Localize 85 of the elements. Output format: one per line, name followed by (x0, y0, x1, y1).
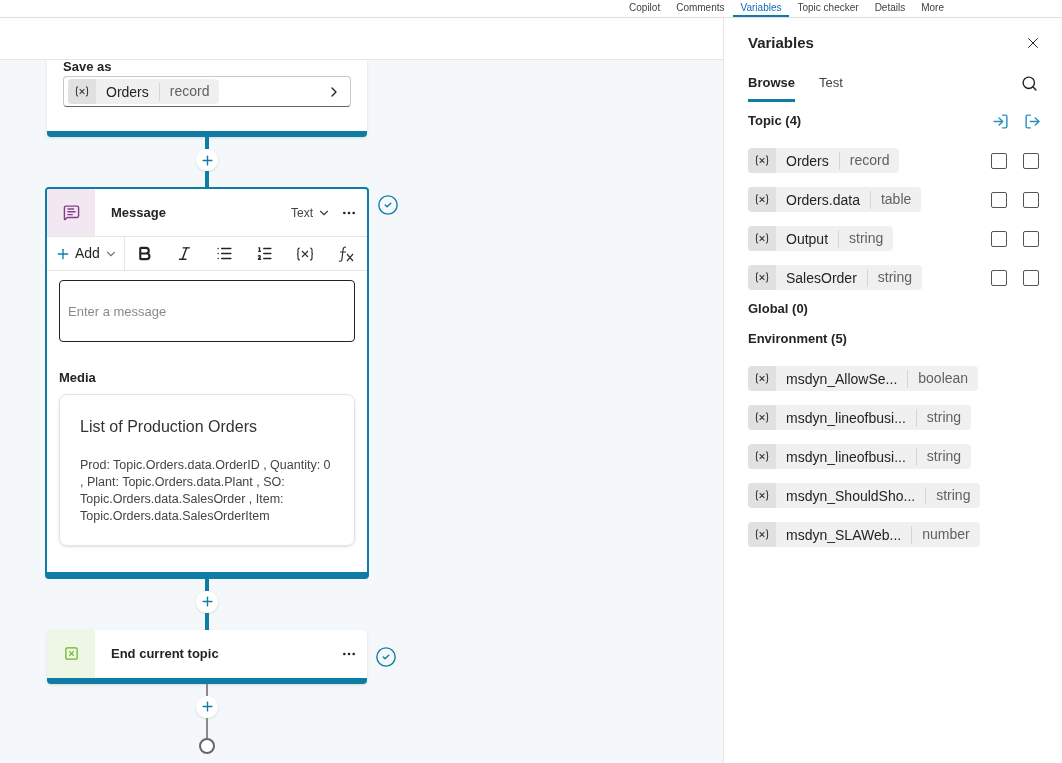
input-arrow-icon (992, 112, 1009, 130)
panel-title: Variables (748, 33, 814, 53)
variable-icon (755, 232, 769, 245)
header-tab[interactable]: Topic checker (789, 0, 867, 17)
checkbox[interactable] (991, 269, 1007, 286)
variable-name: msdyn_lineofbusi... (776, 447, 917, 466)
media-card-text: Prod: Topic.Orders.data.OrderID , Quantity: 0 , Plant: Topic.Orders.data.Plant , SO: Topic.Orders.data.SalesOrder , Item: Topic.Orders.data.SalesOrderItem (80, 456, 332, 525)
panel-tab[interactable]: Browse (748, 72, 795, 102)
checkbox[interactable] (1023, 269, 1039, 286)
variable-icon[interactable] (296, 245, 315, 262)
add-dropdown[interactable]: Add (47, 237, 125, 270)
formula-icon[interactable] (337, 244, 356, 263)
section-heading: Topic (4) (748, 112, 802, 131)
variable-name: msdyn_ShouldSho... (776, 486, 927, 505)
variable-icon (755, 411, 769, 424)
variable-type: string (935, 486, 972, 505)
save-as-field[interactable]: Orders record (63, 76, 351, 107)
variable-chip[interactable]: Orders record (68, 79, 220, 104)
panel-tab[interactable]: Test (818, 72, 843, 102)
format-dropdown[interactable]: Text (291, 203, 331, 222)
checkbox[interactable] (1023, 230, 1039, 247)
variable-type: number (921, 525, 971, 544)
variable-type: boolean (917, 369, 970, 388)
variable-chip[interactable]: Orders.data table (748, 187, 922, 212)
header-tab[interactable]: More (913, 0, 952, 17)
variable-name: Output (776, 229, 840, 248)
variable-chip[interactable]: Orders record (748, 148, 900, 173)
variable-type: record (168, 82, 211, 101)
variable-type: string (876, 268, 914, 287)
variable-chip[interactable]: msdyn_lineofbusi... string (748, 444, 972, 469)
variable-icon (755, 271, 769, 284)
square-x-icon (63, 646, 79, 661)
variable-icon (755, 450, 769, 463)
variable-type: string (848, 229, 885, 248)
variable-chip[interactable]: msdyn_lineofbusi... string (748, 405, 972, 430)
plus-icon (199, 594, 215, 609)
variable-name: Orders.data (776, 190, 871, 209)
variable-name: msdyn_SLAWeb... (776, 525, 913, 544)
plus-icon (199, 152, 215, 168)
variable-name: msdyn_lineofbusi... (776, 408, 917, 427)
check-circle-icon (377, 194, 399, 216)
variable-chip[interactable]: msdyn_AllowSe... boolean (748, 366, 979, 391)
variable-chip[interactable]: SalesOrder string (748, 265, 923, 290)
checkbox[interactable] (991, 191, 1007, 208)
variable-name: SalesOrder (776, 268, 868, 287)
checkbox[interactable] (1023, 191, 1039, 208)
variable-type: string (925, 408, 963, 427)
variable-type: string (925, 447, 963, 466)
variable-icon (755, 193, 769, 206)
variable-name: msdyn_AllowSe... (776, 369, 909, 388)
media-label: Media (59, 369, 97, 387)
message-input[interactable]: Enter a message (59, 280, 355, 342)
checkbox[interactable] (991, 230, 1007, 247)
variable-name: Orders (96, 82, 160, 101)
add-node-button[interactable] (196, 149, 218, 171)
plus-icon (199, 699, 215, 714)
chat-bubble-icon (62, 204, 80, 221)
node-title: Message (111, 203, 167, 222)
header-tab[interactable]: Copilot (621, 0, 669, 17)
variable-chip[interactable]: Output string (748, 226, 894, 251)
variable-icon (755, 372, 769, 385)
variable-type: table (879, 190, 913, 209)
header-tab[interactable]: Details (866, 0, 914, 17)
media-card-title: List of Production Orders (80, 416, 258, 437)
section-heading: Environment (5) (748, 330, 847, 349)
node-title: End current topic (111, 644, 220, 663)
variable-name: Orders (776, 151, 840, 170)
header-tab[interactable]: Comments (668, 0, 733, 17)
bullet-list-icon[interactable] (216, 245, 234, 262)
section-heading: Global (0) (748, 300, 808, 319)
search-icon[interactable] (1021, 74, 1038, 92)
variable-chip[interactable]: msdyn_ShouldSho... string (748, 483, 981, 508)
checkbox[interactable] (1023, 152, 1039, 169)
check-circle-icon (375, 645, 397, 668)
checkbox[interactable] (991, 152, 1007, 169)
variable-icon (75, 85, 89, 98)
add-node-button[interactable] (196, 590, 218, 613)
save-as-label: Save as (63, 60, 113, 74)
variable-icon (755, 489, 769, 502)
variable-icon (755, 528, 769, 541)
variable-type: record (848, 151, 891, 170)
variable-icon (755, 154, 769, 167)
add-node-button[interactable] (196, 695, 218, 718)
variable-chip[interactable]: msdyn_SLAWeb... number (748, 522, 980, 547)
numbered-list-icon[interactable] (256, 245, 274, 262)
